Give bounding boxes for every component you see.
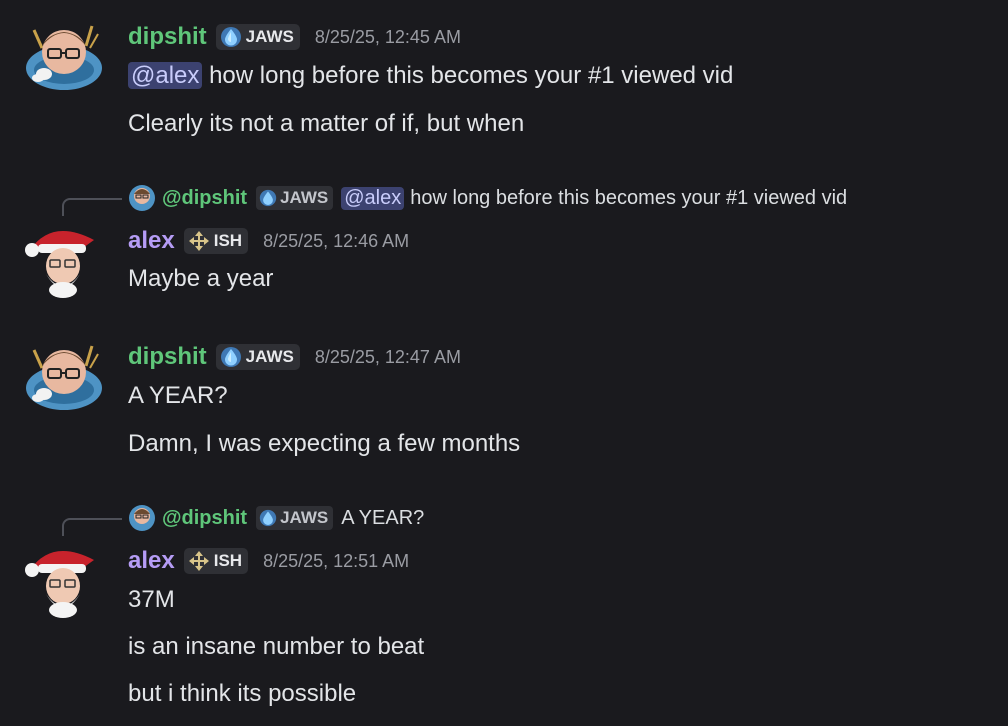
guild-tag[interactable]: JAWS — [215, 344, 300, 370]
reply-guild-tag-label: JAWS — [280, 188, 329, 207]
reply-username[interactable]: @dipshit — [162, 507, 247, 530]
reply-text[interactable]: how long before this becomes your #1 vie… — [410, 187, 847, 210]
message-text: how long before this becomes your #1 vie… — [209, 62, 734, 89]
water-drop-icon — [259, 189, 277, 207]
message-line: A YEAR? — [128, 382, 228, 409]
dipshit-avatar[interactable] — [22, 336, 104, 418]
diamond-arrows-icon — [188, 230, 210, 252]
message-line: but i think its possible — [128, 680, 357, 707]
timestamp[interactable]: 8/25/25, 12:47 AM — [315, 347, 461, 368]
reply-avatar-icon — [128, 184, 156, 212]
message-header: dipshit JAWS 8/25/25, 12:47 AM — [128, 342, 461, 372]
water-drop-icon — [259, 509, 277, 527]
timestamp[interactable]: 8/25/25, 12:51 AM — [263, 551, 409, 572]
user-mention[interactable]: @alex — [128, 62, 203, 89]
message-header: alex ISH 8/25/25, 12:46 AM — [128, 226, 409, 256]
alex-santa-avatar[interactable] — [22, 540, 104, 622]
username[interactable]: alex — [128, 227, 175, 255]
reply-username[interactable]: @dipshit — [162, 187, 247, 210]
message-header: alex ISH 8/25/25, 12:51 AM — [128, 546, 409, 576]
reply-avatar-icon — [128, 504, 156, 532]
reply-preview[interactable]: @dipshit JAWS A YEAR? — [128, 504, 424, 532]
username[interactable]: dipshit — [128, 343, 207, 371]
reply-guild-tag: JAWS — [256, 506, 334, 530]
water-drop-icon — [220, 26, 242, 48]
reply-user-mention: @alex — [341, 186, 405, 210]
message-header: dipshit JAWS 8/25/25, 12:45 AM — [128, 22, 461, 52]
reply-guild-tag: JAWS — [256, 186, 334, 210]
water-drop-icon — [220, 346, 242, 368]
message-line: Maybe a year — [128, 265, 274, 292]
alex-santa-avatar[interactable] — [22, 220, 104, 302]
guild-tag-label: JAWS — [245, 347, 294, 366]
guild-tag[interactable]: ISH — [183, 228, 249, 254]
reply-connector — [62, 518, 122, 536]
guild-tag[interactable]: JAWS — [215, 24, 300, 50]
message-line: 37M — [128, 586, 175, 613]
timestamp[interactable]: 8/25/25, 12:45 AM — [315, 27, 461, 48]
reply-preview[interactable]: @dipshit JAWS @alex how long before this… — [128, 184, 847, 212]
diamond-arrows-icon — [188, 550, 210, 572]
dipshit-avatar[interactable] — [22, 16, 104, 98]
message-line: Clearly its not a matter of if, but when — [128, 110, 525, 137]
username[interactable]: dipshit — [128, 23, 207, 51]
reply-text[interactable]: A YEAR? — [341, 507, 424, 530]
guild-tag[interactable]: ISH — [183, 548, 249, 574]
reply-connector — [62, 198, 122, 216]
username[interactable]: alex — [128, 547, 175, 575]
guild-tag-label: ISH — [213, 551, 243, 570]
guild-tag-label: JAWS — [245, 27, 294, 46]
timestamp[interactable]: 8/25/25, 12:46 AM — [263, 231, 409, 252]
message-line: Damn, I was expecting a few months — [128, 430, 521, 457]
message-line: is an insane number to beat — [128, 633, 425, 660]
guild-tag-label: ISH — [213, 231, 243, 250]
reply-guild-tag-label: JAWS — [280, 508, 329, 527]
message-line: @alex how long before this becomes your … — [128, 60, 733, 92]
